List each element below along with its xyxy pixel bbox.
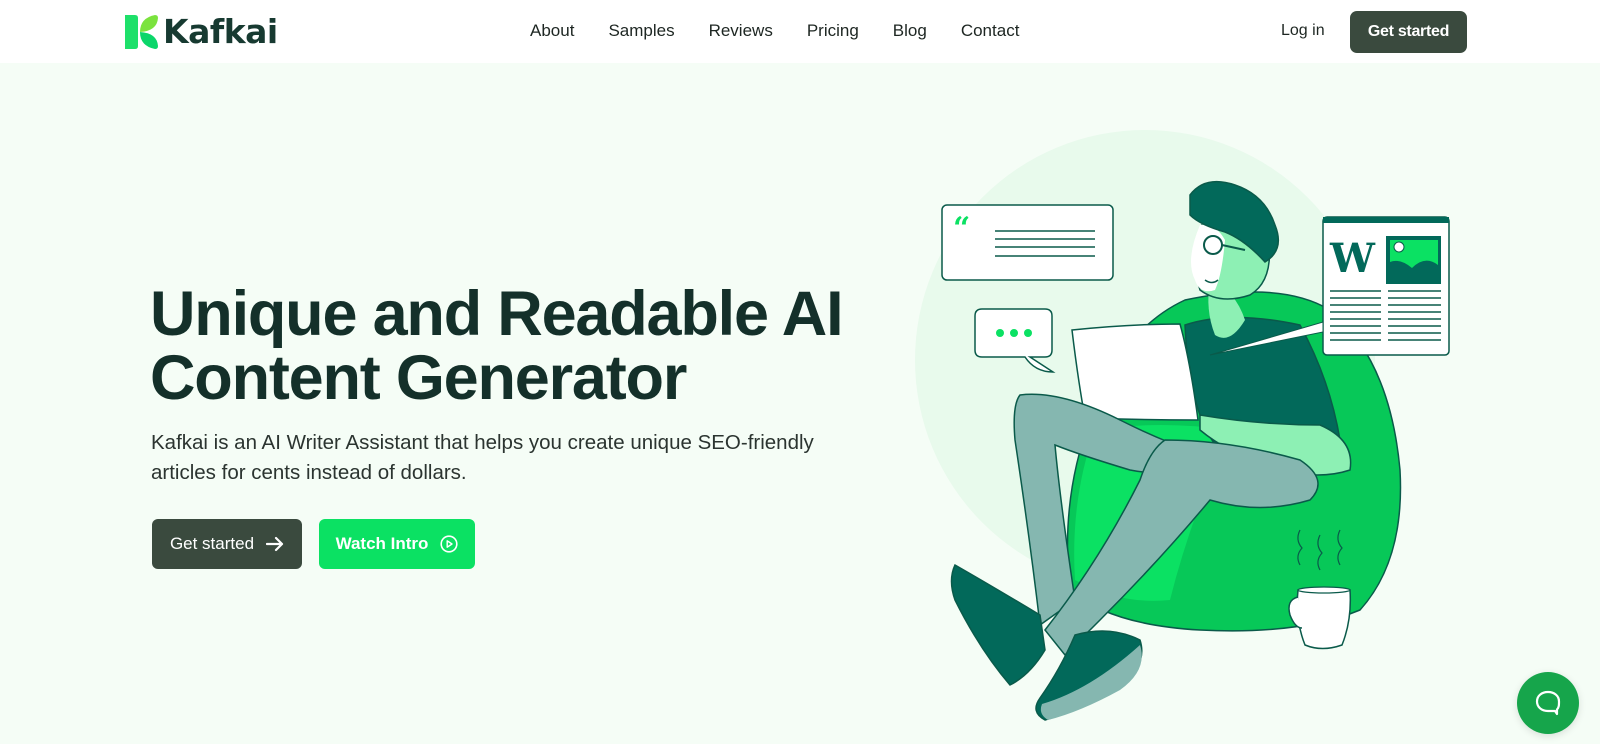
hero-subtitle: Kafkai is an AI Writer Assistant that he… bbox=[151, 431, 814, 484]
chat-bubble-icon bbox=[1535, 690, 1561, 716]
logo[interactable]: Kafkai bbox=[125, 14, 278, 50]
get-started-button[interactable]: Get started bbox=[152, 519, 302, 569]
logo-mark-icon bbox=[125, 15, 158, 49]
chat-widget-button[interactable] bbox=[1517, 672, 1579, 734]
nav-about[interactable]: About bbox=[530, 20, 574, 42]
main-nav: About Samples Reviews Pricing Blog Conta… bbox=[530, 20, 1019, 42]
nav-reviews[interactable]: Reviews bbox=[709, 20, 773, 42]
quote-mark-icon: “ bbox=[953, 211, 970, 246]
logo-text: Kafkai bbox=[163, 12, 278, 51]
login-link[interactable]: Log in bbox=[1281, 21, 1325, 41]
get-started-label: Get started bbox=[169, 534, 255, 553]
hero-title-line-2: Content Generator bbox=[150, 343, 687, 413]
nav-pricing[interactable]: Pricing bbox=[807, 20, 859, 42]
hero-title-line-1: Unique and Readable AI bbox=[150, 279, 844, 349]
hero-illustration: “ W bbox=[915, 130, 1450, 721]
hero-title: Unique and Readable AI Content Generator bbox=[150, 282, 870, 410]
quote-card: “ bbox=[941, 204, 1114, 281]
arrow-right-icon bbox=[266, 536, 284, 552]
nav-samples[interactable]: Samples bbox=[608, 20, 674, 42]
nav-blog[interactable]: Blog bbox=[893, 20, 927, 42]
watch-intro-button[interactable]: Watch Intro bbox=[319, 519, 475, 569]
play-circle-icon bbox=[440, 535, 459, 553]
article-letter: W bbox=[1329, 235, 1376, 282]
site-header: Kafkai About Samples Reviews Pricing Blo… bbox=[0, 0, 1600, 63]
nav-contact[interactable]: Contact bbox=[961, 20, 1020, 42]
header-get-started-button[interactable]: Get started bbox=[1350, 11, 1467, 53]
watch-intro-label: Watch Intro bbox=[335, 534, 429, 553]
